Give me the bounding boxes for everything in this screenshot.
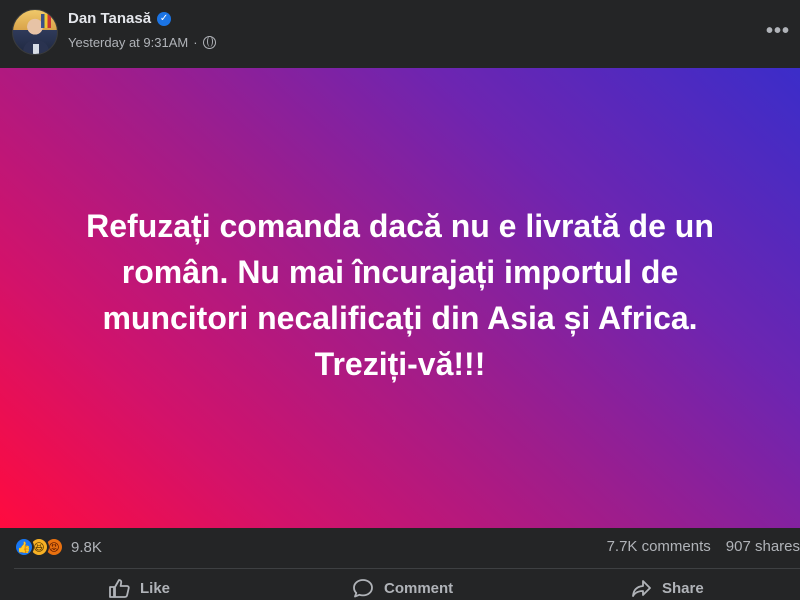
meta-separator: ·: [193, 35, 198, 50]
globe-icon: [202, 36, 216, 49]
comments-count[interactable]: 7.7K comments: [607, 538, 711, 555]
more-options-icon[interactable]: •••: [766, 20, 790, 43]
engagement-stats: 7.7K comments 907 shares: [607, 538, 800, 555]
post-meta: Yesterday at 9:31AM ·: [68, 35, 216, 50]
like-label: Like: [140, 579, 171, 597]
post-text-line: Refuzați comanda dacă nu e livrată de un: [86, 208, 714, 244]
like-button[interactable]: Like: [108, 578, 170, 598]
comment-button[interactable]: Comment: [352, 578, 453, 598]
comment-bubble-icon: [353, 579, 373, 598]
post-text: Refuzați comanda dacă nu e livrată de un…: [40, 203, 760, 387]
share-arrow-icon: [632, 580, 651, 597]
share-label: Share: [662, 579, 704, 597]
author-name[interactable]: Dan Tanasă: [68, 10, 151, 27]
post-text-line: român. Nu mai încurajați importul de: [121, 254, 679, 290]
post-text-line: Treziți-vă!!!: [314, 346, 486, 382]
post-header: Dan Tanasă ✓ Yesterday at 9:31AM · •••: [0, 0, 800, 68]
author-avatar[interactable]: [12, 9, 58, 55]
post-timestamp[interactable]: Yesterday at 9:31AM: [68, 35, 188, 50]
comment-label: Comment: [384, 579, 454, 597]
like-reaction-icon: 👍: [14, 537, 34, 557]
action-bar: Like Comment Share: [0, 572, 800, 600]
flag-icon: [41, 14, 51, 28]
avatar-shirt: [33, 44, 39, 54]
reaction-count[interactable]: 9.8K: [71, 539, 102, 556]
author-row: Dan Tanasă ✓: [68, 10, 172, 27]
share-button[interactable]: Share: [630, 578, 704, 598]
post-background: Refuzați comanda dacă nu e livrată de un…: [0, 68, 800, 528]
thumbs-up-icon: [109, 579, 130, 598]
verified-badge-icon: ✓: [157, 11, 172, 26]
post-text-line: muncitori necalificați din Asia și Afric…: [102, 300, 698, 336]
shares-count[interactable]: 907 shares: [726, 538, 800, 555]
reactions-summary[interactable]: 👍 😆 😡 9.8K: [14, 537, 102, 557]
divider: [14, 568, 800, 569]
